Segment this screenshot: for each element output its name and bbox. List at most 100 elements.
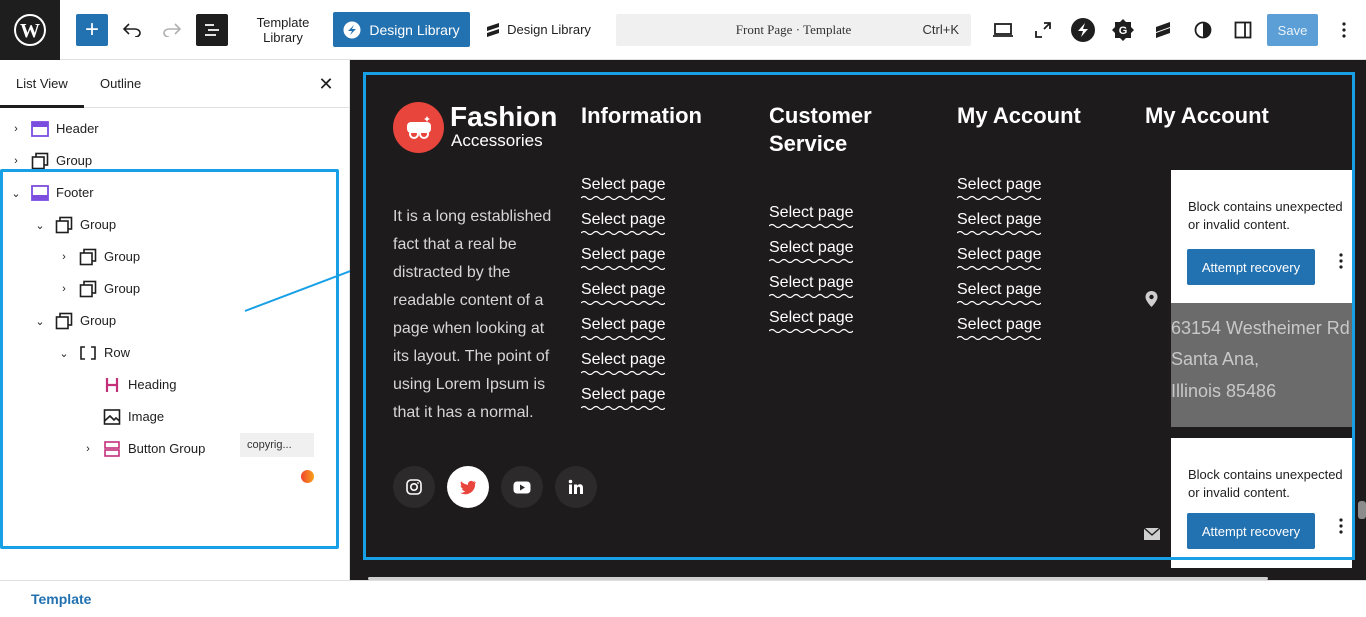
footer-link[interactable]: Select page: [957, 315, 1042, 340]
vertical-scrollbar-thumb[interactable]: [1358, 501, 1366, 519]
undo-button[interactable]: [118, 14, 146, 46]
tree-item-group[interactable]: ⌄ Group: [0, 209, 335, 241]
footer-link[interactable]: Select page: [769, 308, 854, 333]
button-group-icon: [104, 441, 120, 457]
footer-link[interactable]: Select page: [581, 350, 666, 375]
block-options-button[interactable]: [1333, 518, 1349, 539]
styles-button[interactable]: [1187, 14, 1219, 46]
column-title-information: Information: [581, 103, 702, 128]
link-text: Select page: [957, 246, 1042, 263]
link-text: Select page: [581, 176, 666, 193]
list-view-sidebar: List View Outline ✕ › Header › Group ⌄ F…: [0, 60, 399, 580]
linkedin-button[interactable]: [555, 466, 597, 508]
brand-logo-icon[interactable]: [393, 102, 444, 153]
tree-item-label: Header: [56, 121, 99, 136]
editor-canvas[interactable]: Fashion Accessories It is a long establi…: [350, 60, 1366, 580]
tree-item-footer[interactable]: ⌄ Footer: [0, 177, 335, 209]
link-text: Select page: [581, 386, 666, 403]
template-part-icon: [31, 121, 49, 137]
view-page-button[interactable]: [1027, 14, 1059, 46]
lightning-bolt-icon: [1071, 18, 1095, 42]
stackable-settings-button[interactable]: [1147, 14, 1179, 46]
tree-item-heading[interactable]: Heading: [0, 369, 335, 401]
close-icon: ✕: [318, 73, 334, 94]
tree-item-label: Group: [80, 217, 117, 232]
column-title-my-account-2: My Account: [1145, 103, 1269, 128]
breadcrumb-template[interactable]: Template: [31, 581, 91, 617]
tree-item-image[interactable]: Image: [0, 401, 335, 433]
underline-wave: [581, 195, 665, 200]
gutenverse-button[interactable]: G: [1107, 14, 1139, 46]
invalid-block-message: Block contains unexpected or invalid con…: [1188, 467, 1343, 500]
footer-link[interactable]: Select page: [769, 203, 854, 228]
close-sidebar-button[interactable]: ✕: [314, 72, 338, 96]
options-button[interactable]: [1328, 14, 1360, 46]
add-block-button[interactable]: +: [76, 14, 108, 46]
footer-link[interactable]: Select page: [581, 315, 666, 340]
design-library-secondary-button[interactable]: Design Library: [482, 12, 594, 47]
youtube-button[interactable]: [501, 466, 543, 508]
tree-item-group[interactable]: › Group: [0, 145, 335, 177]
tab-outline[interactable]: Outline: [100, 60, 141, 108]
command-palette-bar[interactable]: Front Page · Template Ctrl+K: [616, 14, 971, 46]
list-view-icon: [205, 24, 219, 36]
footer-link[interactable]: Select page: [957, 280, 1042, 305]
link-text: Select page: [957, 316, 1042, 333]
chevron-down-icon[interactable]: ⌄: [56, 345, 72, 361]
stackable-plugin-button[interactable]: [1067, 14, 1099, 46]
footer-link[interactable]: Select page: [957, 245, 1042, 270]
settings-sidebar-button[interactable]: [1227, 14, 1259, 46]
command-shortcut: Ctrl+K: [922, 22, 959, 37]
footer-link[interactable]: Select page: [769, 273, 854, 298]
invalid-block-warning: Block contains unexpected or invalid con…: [1171, 170, 1352, 303]
chevron-right-icon[interactable]: ›: [80, 441, 96, 457]
heading-icon: [105, 378, 119, 392]
attempt-recovery-button[interactable]: Attempt recovery: [1187, 513, 1315, 549]
redo-button[interactable]: [158, 14, 186, 46]
tree-item-header[interactable]: › Header: [0, 113, 335, 145]
footer-link[interactable]: Select page: [581, 280, 666, 305]
tree-item-row[interactable]: ⌄ Row: [0, 337, 335, 369]
template-library-button[interactable]: Template Library: [248, 14, 318, 46]
instagram-button[interactable]: [393, 466, 435, 508]
document-overview-button[interactable]: [196, 14, 228, 46]
address-line: Santa Ana,: [1171, 349, 1260, 369]
attempt-recovery-button[interactable]: Attempt recovery: [1187, 249, 1315, 285]
chevron-right-icon[interactable]: ›: [8, 121, 24, 137]
link-text: Select page: [769, 239, 854, 256]
link-text: Select page: [581, 211, 666, 228]
chevron-right-icon[interactable]: ›: [8, 153, 24, 169]
gear-badge-icon: G: [1112, 19, 1134, 41]
chevron-down-icon[interactable]: ⌄: [8, 185, 24, 201]
footer-link[interactable]: Select page: [581, 245, 666, 270]
underline-wave: [581, 230, 665, 235]
underline-wave: [769, 258, 853, 263]
linkedin-icon: [568, 479, 583, 494]
wordpress-logo-icon[interactable]: W: [0, 0, 60, 60]
footer-link[interactable]: Select page: [581, 385, 666, 410]
tab-list-view[interactable]: List View: [16, 60, 68, 108]
chevron-right-icon[interactable]: ›: [56, 249, 72, 265]
chevron-down-icon[interactable]: ⌄: [32, 217, 48, 233]
group-icon: [31, 152, 49, 170]
link-text: Select page: [581, 316, 666, 333]
save-button[interactable]: Save: [1267, 14, 1318, 46]
preview-device-button[interactable]: [987, 14, 1019, 46]
footer-link[interactable]: Select page: [581, 175, 666, 200]
underline-wave: [581, 265, 665, 270]
sidebar-icon: [1234, 21, 1252, 39]
twitter-button[interactable]: [447, 466, 489, 508]
chevron-down-icon[interactable]: ⌄: [32, 313, 48, 329]
design-library-button[interactable]: Design Library: [333, 12, 470, 47]
location-pin-icon: [1145, 291, 1158, 307]
footer-link[interactable]: Select page: [581, 210, 666, 235]
footer-link[interactable]: Select page: [957, 175, 1042, 200]
group-icon: [55, 216, 73, 234]
link-text: Select page: [957, 176, 1042, 193]
footer-link[interactable]: Select page: [769, 238, 854, 263]
footer-link[interactable]: Select page: [957, 210, 1042, 235]
block-options-button[interactable]: [1333, 253, 1349, 274]
chevron-right-icon[interactable]: ›: [56, 281, 72, 297]
tree-item-label: Group: [104, 281, 141, 296]
link-text: Select page: [581, 281, 666, 298]
